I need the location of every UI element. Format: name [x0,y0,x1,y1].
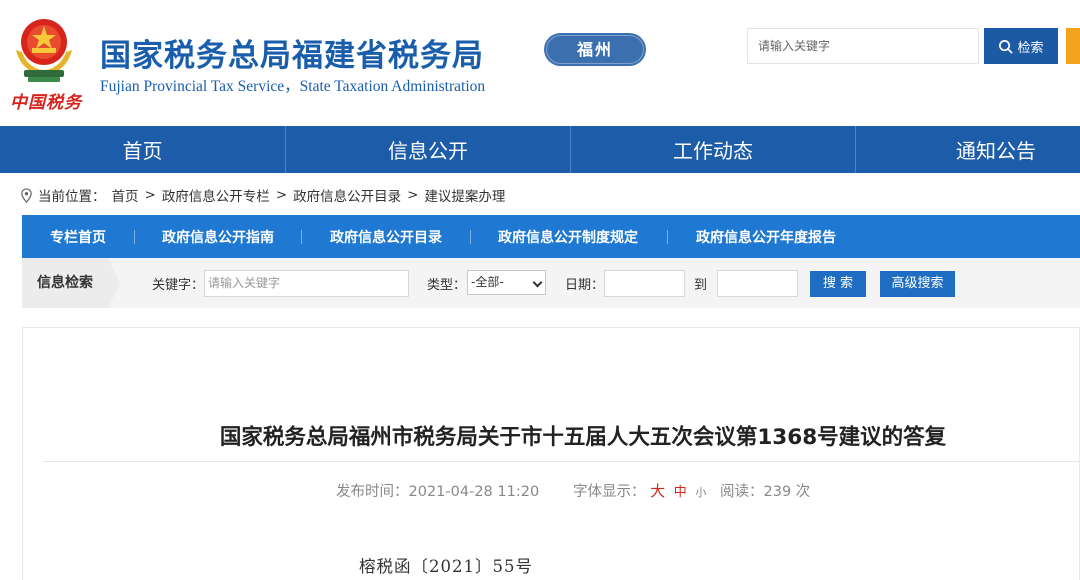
publish-time: 发布时间：2021-04-28 11:20 [336,480,539,501]
nav-notices[interactable]: 通知公告 [855,126,1080,173]
info-search-bar: 信息检索 关键字： 请输入关键字 类型： -全部- 日期： 到 搜 索 高级搜索 [22,258,1080,308]
main-nav: 首页 信息公开 工作动态 通知公告 [0,126,1080,173]
breadcrumb-separator: > [275,187,288,203]
nav-home[interactable]: 首页 [0,126,285,173]
breadcrumb-home[interactable]: 首页 [112,185,139,205]
top-search-button-label: 检索 [1017,40,1044,56]
publish-label: 发布时间： [336,484,409,500]
type-select-value: -全部- [471,275,504,289]
site-title: 国家税务总局福建省税务局 [100,38,484,74]
font-small-button[interactable]: 小 [695,486,706,499]
breadcrumb-separator: > [407,187,419,203]
nav-info-disclosure[interactable]: 信息公开 [285,126,570,173]
font-size-switcher: 字体显示： 大 中 小 [573,480,706,501]
breadcrumb-info-catalog[interactable]: 政府信息公开目录 [293,185,401,205]
column-nav-annual-report[interactable]: 政府信息公开年度报告 [667,215,864,258]
chevron-down-icon [532,277,543,288]
breadcrumb: 当前位置： 首页 > 政府信息公开专栏 > 政府信息公开目录 > 建议提案办理 [20,185,511,205]
calligraphy-logo: 中国税务 [10,93,82,113]
keyword-input[interactable]: 请输入关键字 [204,270,409,297]
date-to-label: 到 [694,278,708,293]
site-subtitle: Fujian Provincial Tax Service，State Taxa… [100,78,486,95]
advanced-search-button[interactable]: 高级搜索 [880,271,955,297]
info-search-label: 信息检索 [22,258,108,308]
document-number: 榕税函〔2021〕55号 [359,557,533,576]
search-button[interactable]: 搜 索 [810,271,866,297]
article-panel: 国家税务总局福州市税务局关于市十五届人大五次会议第1368号建议的答复 发布时间… [22,327,1080,580]
top-search-button[interactable]: 检索 [984,28,1058,64]
start-date-input[interactable] [604,270,685,297]
region-switch-button[interactable]: 福州 [544,33,646,66]
keyword-label: 关键字： [152,278,205,293]
publish-time-value: 2021-04-28 11:20 [408,484,540,500]
column-nav-guide[interactable]: 政府信息公开指南 [134,215,301,258]
date-label: 日期： [565,278,605,293]
breadcrumb-info-column[interactable]: 政府信息公开专栏 [162,185,270,205]
font-large-button[interactable]: 大 [650,482,665,500]
type-label: 类型： [427,278,467,293]
site-header: 中国税务 国家税务总局福建省税务局 Fujian Provincial Tax … [0,0,1080,126]
end-date-input[interactable] [717,270,798,297]
font-medium-button[interactable]: 中 [674,485,687,500]
article-title: 国家税务总局福州市税务局关于市十五届人大五次会议第1368号建议的答复 [219,425,947,450]
column-nav-rules[interactable]: 政府信息公开制度规定 [470,215,667,258]
type-select[interactable]: -全部- [467,270,546,295]
location-pin-icon [21,187,32,203]
header-accent-tab[interactable] [1066,28,1080,64]
column-nav-home[interactable]: 专栏首页 [22,215,134,258]
font-size-label: 字体显示： [573,484,646,500]
nav-work-news[interactable]: 工作动态 [570,126,855,173]
national-tax-emblem-icon [16,19,72,82]
chevron-right-icon [108,258,120,308]
breadcrumb-current[interactable]: 建议提案办理 [424,185,505,205]
breadcrumb-separator: > [144,187,156,203]
top-search-input[interactable]: 请输入关键字 [747,28,979,64]
read-label: 阅读： [720,484,764,500]
search-icon [999,39,1013,53]
read-count: 阅读：239 次 [720,480,810,501]
read-count-value: 239 次 [763,484,811,500]
title-divider [43,461,1080,462]
column-nav: 专栏首页 政府信息公开指南 政府信息公开目录 政府信息公开制度规定 政府信息公开… [22,215,1080,258]
breadcrumb-prefix: 当前位置： [38,189,106,205]
column-nav-catalog[interactable]: 政府信息公开目录 [301,215,470,258]
